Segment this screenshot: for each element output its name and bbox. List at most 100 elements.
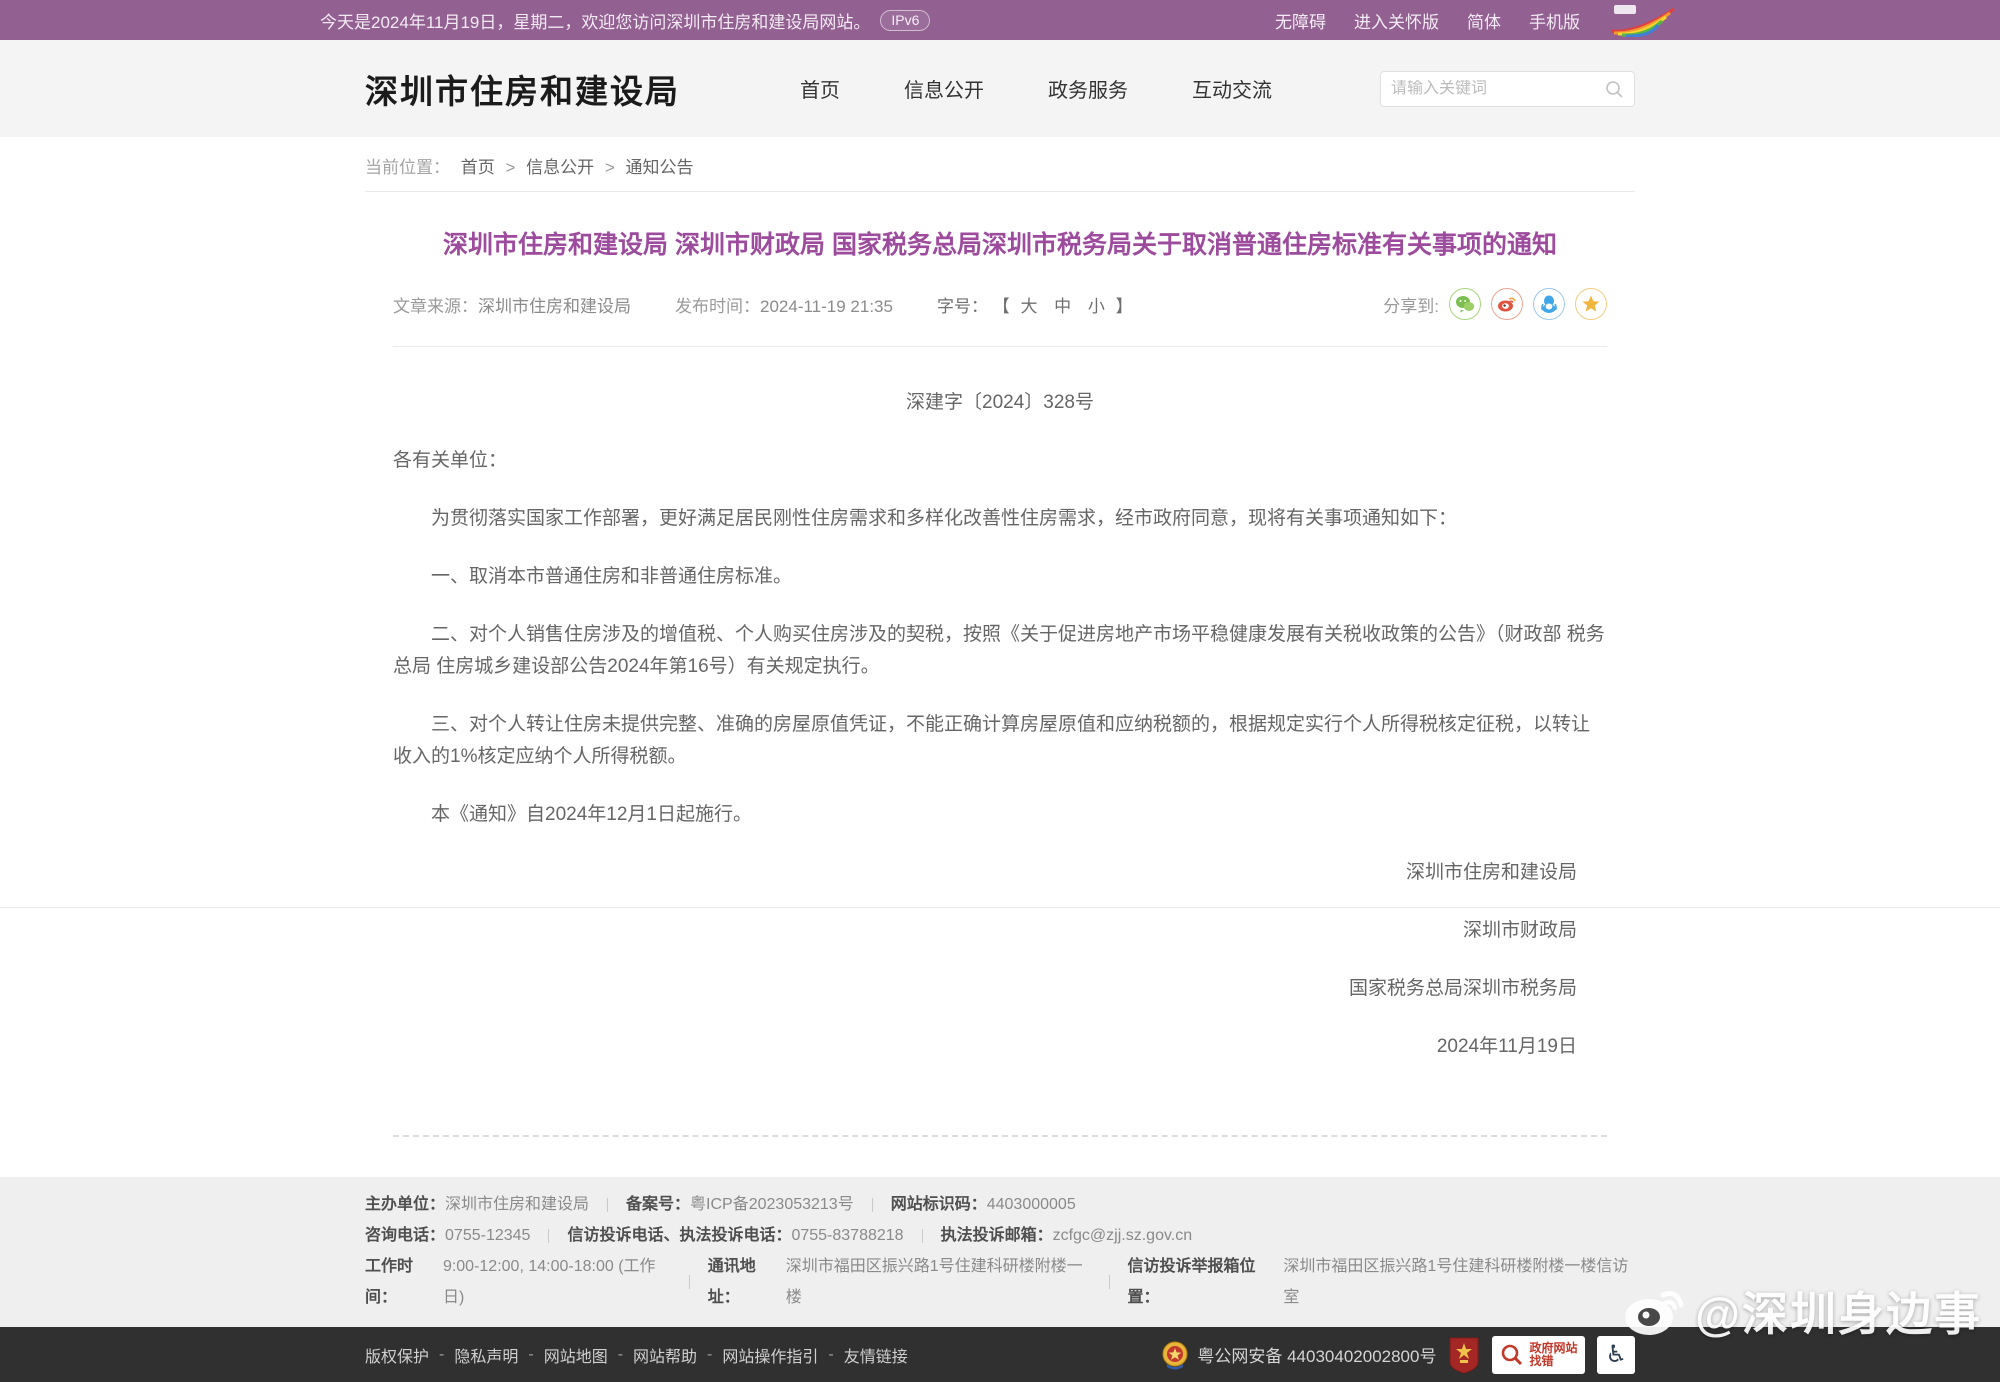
rainbow-swoosh-logo-icon — [1608, 3, 1680, 37]
footer-label: 工作时间： — [365, 1251, 443, 1313]
footer-separator — [607, 1198, 608, 1212]
footer-label: 执法投诉邮箱： — [941, 1220, 1053, 1251]
paragraph: 三、对个人转让住房未提供完整、准确的房屋原值凭证，不能正确计算房屋原值和应纳税额… — [393, 709, 1607, 773]
dashed-divider — [393, 1135, 1607, 1137]
police-record[interactable]: 粤公网安备 44030402002800号 — [1161, 1340, 1436, 1370]
footer-separator — [922, 1229, 923, 1243]
footer-value: 粤ICP备2023053213号 — [690, 1189, 854, 1220]
share-wechat-icon[interactable] — [1449, 288, 1481, 320]
welcome-text: 今天是2024年11月19日，星期二，欢迎您访问深圳市住房和建设局网站。 — [320, 8, 870, 33]
bottom-links: 版权保护 - 隐私声明 - 网站地图 - 网站帮助 - 网站操作指引 - 友情链… — [365, 1343, 908, 1367]
article-meta: 文章来源：深圳市住房和建设局 发布时间：2024-11-19 21:35 字号：… — [365, 288, 1635, 320]
footer-separator — [1109, 1275, 1110, 1289]
font-size-large-button[interactable]: 大 — [1020, 297, 1037, 316]
search-box — [1380, 71, 1635, 107]
error-finder-magnifier-icon — [1500, 1343, 1524, 1367]
accessibility-link[interactable]: 无障碍 — [1275, 8, 1326, 33]
breadcrumb-info-disclosure[interactable]: 信息公开 — [526, 158, 594, 177]
paragraph: 为贯彻落实国家工作部署，更好满足居民刚性住房需求和多样化改善性住房需求，经市政府… — [393, 503, 1607, 535]
copyright-link[interactable]: 版权保护 — [365, 1343, 429, 1367]
signature-org: 深圳市财政局 — [393, 915, 1607, 947]
police-badge-icon — [1161, 1340, 1189, 1370]
footer-value: 9:00-12:00, 14:00-18:00 (工作日) — [443, 1251, 671, 1313]
font-size-small-button[interactable]: 小 — [1088, 297, 1105, 316]
breadcrumb-separator: > — [505, 158, 515, 177]
nav-info-disclosure[interactable]: 信息公开 — [904, 74, 984, 103]
footer-label: 信访投诉电话、执法投诉电话： — [567, 1220, 791, 1251]
bottom-separator: - — [439, 1346, 444, 1364]
footer-separator — [548, 1229, 549, 1243]
simplified-chinese-link[interactable]: 简体 — [1467, 8, 1501, 33]
footer-value: 0755-83788218 — [791, 1220, 903, 1251]
font-size-medium-button[interactable]: 中 — [1054, 297, 1071, 316]
weibo-watermark: @深圳身边事 — [1623, 1278, 1982, 1344]
gov-emblem-badge-icon[interactable] — [1448, 1336, 1480, 1374]
gov-site-error-badge[interactable]: 政府网站 找错 — [1492, 1336, 1585, 1374]
police-record-text: 粤公网安备 44030402002800号 — [1197, 1342, 1436, 1367]
horizontal-rule — [0, 907, 2000, 908]
site-header: 深圳市住房和建设局 首页 信息公开 政务服务 互动交流 — [0, 40, 2000, 137]
signature-date: 2024年11月19日 — [393, 1031, 1607, 1063]
ipv6-badge[interactable]: IPv6 — [880, 10, 930, 31]
care-version-link[interactable]: 进入关怀版 — [1354, 8, 1439, 33]
gov-error-badge-line2: 找错 — [1529, 1355, 1577, 1368]
footer-value: 0755-12345 — [445, 1220, 530, 1251]
article-title: 深圳市住房和建设局 深圳市财政局 国家税务总局深圳市税务局关于取消普通住房标准有… — [365, 228, 1635, 262]
sitemap-link[interactable]: 网站地图 — [544, 1343, 608, 1367]
source-value: 深圳市住房和建设局 — [478, 297, 631, 316]
footer-row: 工作时间： 9:00-12:00, 14:00-18:00 (工作日) 通讯地址… — [365, 1251, 1635, 1313]
friend-links-link[interactable]: 友情链接 — [844, 1343, 908, 1367]
footer-row: 咨询电话： 0755-12345 信访投诉电话、执法投诉电话： 0755-837… — [365, 1220, 1635, 1251]
footer-label: 网站标识码： — [891, 1189, 987, 1220]
wheelchair-icon: ♿ — [1605, 1343, 1627, 1367]
footer-label: 备案号： — [626, 1189, 690, 1220]
document-number: 深建字〔2024〕328号 — [365, 387, 1635, 419]
mobile-version-link[interactable]: 手机版 — [1529, 8, 1580, 33]
publish-time-label: 发布时间： — [675, 297, 760, 316]
breadcrumb-notices[interactable]: 通知公告 — [626, 158, 694, 177]
nav-interaction[interactable]: 互动交流 — [1192, 74, 1272, 103]
footer-label: 咨询电话： — [365, 1220, 445, 1251]
bracket-open: 【 — [993, 297, 1010, 316]
nav-home[interactable]: 首页 — [800, 74, 840, 103]
breadcrumb-label: 当前位置： — [365, 158, 450, 177]
site-guide-link[interactable]: 网站操作指引 — [722, 1343, 818, 1367]
search-input[interactable] — [1391, 80, 1604, 98]
signature-org: 深圳市住房和建设局 — [393, 857, 1607, 889]
bottom-separator: - — [618, 1346, 623, 1364]
site-help-link[interactable]: 网站帮助 — [633, 1343, 697, 1367]
publish-time-value: 2024-11-19 21:35 — [760, 297, 893, 316]
paragraph: 一、取消本市普通住房和非普通住房标准。 — [393, 561, 1607, 593]
breadcrumb-home[interactable]: 首页 — [461, 158, 495, 177]
watermark-text: @深圳身边事 — [1695, 1278, 1982, 1344]
footer-separator — [689, 1275, 690, 1289]
share-label: 分享到: — [1383, 292, 1439, 317]
footer-row: 主办单位： 深圳市住房和建设局 备案号： 粤ICP备2023053213号 网站… — [365, 1189, 1635, 1220]
footer-label: 通讯地址： — [708, 1251, 786, 1313]
article-body: 各有关单位： 为贯彻落实国家工作部署，更好满足居民刚性住房需求和多样化改善性住房… — [365, 445, 1635, 1063]
font-size-control: 字号： 【 大 中 小 】 — [937, 292, 1133, 317]
share-group: 分享到: — [1383, 288, 1607, 320]
salutation: 各有关单位： — [393, 445, 1607, 477]
breadcrumb: 当前位置： 首页 > 信息公开 > 通知公告 — [365, 137, 1635, 192]
weibo-logo-icon — [1623, 1281, 1685, 1342]
footer-value: 深圳市福田区振兴路1号住建科研楼附楼一楼信访室 — [1283, 1251, 1635, 1313]
article: 深圳市住房和建设局 深圳市财政局 国家税务总局深圳市税务局关于取消普通住房标准有… — [365, 228, 1635, 1137]
share-qzone-star-icon[interactable] — [1575, 288, 1607, 320]
source-label: 文章来源： — [393, 297, 478, 316]
footer-label: 主办单位： — [365, 1189, 445, 1220]
share-qq-icon[interactable] — [1533, 288, 1565, 320]
paragraph: 本《通知》自2024年12月1日起施行。 — [393, 799, 1607, 831]
breadcrumb-separator: > — [605, 158, 615, 177]
site-title: 深圳市住房和建设局 — [365, 65, 680, 113]
footer-value: zcfgc@zjj.sz.gov.cn — [1053, 1220, 1193, 1251]
search-icon[interactable] — [1604, 79, 1624, 99]
nav-gov-services[interactable]: 政务服务 — [1048, 74, 1128, 103]
bottom-separator: - — [828, 1346, 833, 1364]
privacy-link[interactable]: 隐私声明 — [454, 1343, 518, 1367]
footer-label: 信访投诉举报箱位置： — [1128, 1251, 1284, 1313]
bottom-separator: - — [528, 1346, 533, 1364]
footer-value: 4403000005 — [987, 1189, 1076, 1220]
share-weibo-icon[interactable] — [1491, 288, 1523, 320]
font-size-label: 字号： — [937, 297, 988, 316]
